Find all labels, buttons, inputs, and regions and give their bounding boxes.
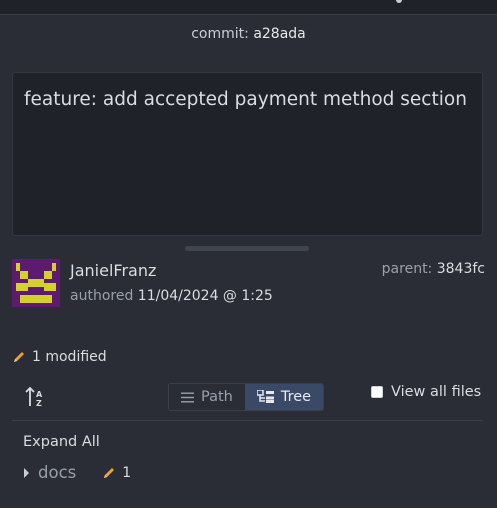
authored-label: authored [70,288,134,304]
commit-label: commit: [191,26,249,42]
list-icon [181,392,194,402]
commit-message: feature: add accepted payment method sec… [24,89,467,110]
authored-line: authored 11/04/2024 @ 1:25 [70,288,273,304]
tree-item[interactable]: docs 1 [23,463,131,482]
commit-header: commit: a28ada [0,26,497,42]
expand-all-button[interactable]: Expand All [23,434,100,450]
folder-name: docs [38,463,77,482]
chevron-right-icon[interactable] [23,467,31,478]
folder-modified-count: 1 [122,464,132,481]
parent-label: parent: [381,261,433,277]
path-view-button[interactable]: Path [169,384,245,410]
tree-view-label: Tree [280,389,312,405]
commit-message-box[interactable]: feature: add accepted payment method sec… [12,72,483,236]
path-view-label: Path [201,389,233,405]
resize-handle[interactable] [185,246,309,251]
pencil-icon [104,467,115,478]
svg-text:A: A [36,390,43,399]
tree-icon [256,390,274,403]
modified-summary: 1 modified [12,349,107,365]
pencil-icon [14,352,24,362]
modified-count: 1 modified [32,349,107,365]
view-all-checkbox[interactable] [371,386,383,398]
author-name[interactable]: JanielFranz [70,261,156,280]
view-all-files[interactable]: View all files [371,384,481,400]
tree-view-button[interactable]: Tree [244,384,324,410]
view-all-label: View all files [391,384,482,400]
top-strip [0,0,497,15]
authored-date: 11/04/2024 @ 1:25 [137,288,273,304]
parent-sha[interactable]: 3843fc [437,261,485,277]
parent-commit: parent: 3843fc [382,261,485,277]
sort-alpha-icon[interactable]: A Z [23,384,49,410]
scroll-notch [396,0,402,3]
svg-text:Z: Z [36,399,42,408]
divider [12,420,483,421]
view-mode-toggle: Path Tree [168,383,325,411]
commit-sha[interactable]: a28ada [253,26,305,42]
avatar [12,259,60,307]
